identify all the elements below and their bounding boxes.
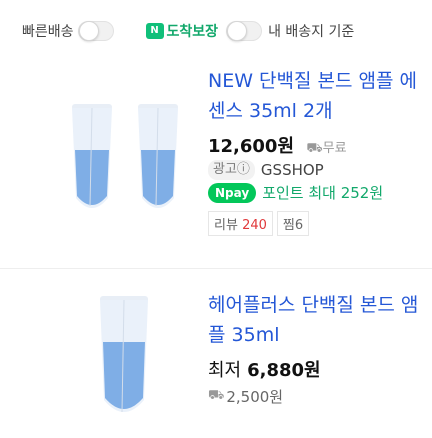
product-info: NEW 단백질 본드 앰플 에센스 35ml 2개 12,600원 ⛟무료 광고… <box>208 66 432 236</box>
shipping-fee: 2,500원 <box>226 388 284 406</box>
fast-delivery-label: 빠른배송 <box>22 24 74 40</box>
product-price: 6,880원 <box>247 360 321 381</box>
review-count[interactable]: 리뷰 240 <box>208 211 273 236</box>
npay-icon: Npay <box>208 182 257 203</box>
price-line: 최저 6,880원 <box>208 356 432 382</box>
shipping-line: ⛟ 2,500원 <box>208 386 432 407</box>
fast-delivery-toggle[interactable] <box>77 21 114 41</box>
truck-icon: ⛟ <box>306 141 323 156</box>
truck-icon: ⛟ <box>208 388 225 403</box>
product-title[interactable]: 헤어플러스 단백질 본드 앰플 35ml <box>208 290 432 350</box>
guarantee-filter[interactable]: N 도착보장 <box>145 21 219 41</box>
wish-count[interactable]: 찜6 <box>276 211 310 236</box>
divider <box>0 268 432 269</box>
price-prefix: 최저 <box>208 360 242 381</box>
guarantee-toggle[interactable] <box>226 21 263 41</box>
review-number: 240 <box>242 218 267 233</box>
product-info: 헤어플러스 단백질 본드 앰플 35ml 최저 6,880원 ⛟ 2,500원 <box>208 290 432 407</box>
review-label: 리뷰 <box>214 218 238 233</box>
product-card[interactable]: NEW 단백질 본드 앰플 에센스 35ml 2개 12,600원 ⛟무료 광고… <box>0 66 432 262</box>
stats: 리뷰 240 찜6 <box>208 211 432 236</box>
my-address-label: 내 배송지 기준 <box>268 24 355 40</box>
product-title[interactable]: NEW 단백질 본드 앰플 에센스 35ml 2개 <box>208 66 432 126</box>
point-line: Npay 포인트 최대 252원 <box>208 182 432 203</box>
ad-badge[interactable]: 광고ⓘ <box>208 160 255 180</box>
product-image[interactable] <box>54 78 198 222</box>
filter-bar: 빠른배송 N 도착보장 내 배송지 기준 <box>0 0 432 62</box>
product-card[interactable]: 헤어플러스 단백질 본드 앰플 35ml 최저 6,880원 ⛟ 2,500원 <box>0 278 432 438</box>
toggle-knob <box>78 21 99 41</box>
shipping-info: ⛟무료 <box>306 141 346 156</box>
product-price: 12,600원 <box>208 136 295 157</box>
wish-label: 찜 <box>282 218 295 233</box>
guarantee-label: 도착보장 <box>166 24 219 40</box>
seller-name[interactable]: GSSHOP <box>261 161 324 179</box>
wish-number: 6 <box>294 218 304 233</box>
toggle-knob <box>227 21 248 41</box>
shipping-free: 무료 <box>322 141 347 156</box>
truck-icon: N <box>145 23 164 39</box>
price-line: 12,600원 ⛟무료 <box>208 132 432 158</box>
product-image[interactable] <box>54 280 198 424</box>
point-text: 포인트 최대 252원 <box>262 184 384 202</box>
seller-line: 광고ⓘ GSSHOP <box>208 160 432 180</box>
